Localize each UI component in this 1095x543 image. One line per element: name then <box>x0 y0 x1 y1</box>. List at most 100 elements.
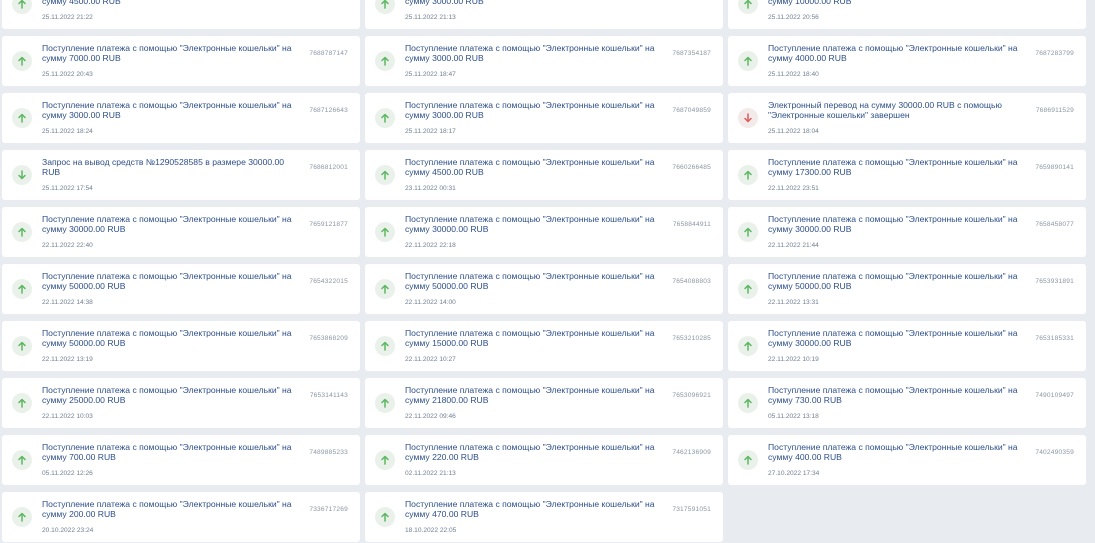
transaction-id: 7687283799 <box>1035 50 1074 57</box>
transaction-title: Поступление платежа с помощью "Электронн… <box>768 0 852 6</box>
arrow-up-icon <box>738 450 758 470</box>
transaction-card[interactable]: Электронный перевод на сумму 30000.00 RU… <box>728 93 1086 143</box>
transaction-date: 02.11.2022 21:13 <box>405 470 456 477</box>
arrow-up-icon <box>12 507 32 527</box>
arrow-down-red-icon <box>738 108 758 128</box>
transaction-title: Поступление платежа с помощью "Электронн… <box>405 385 655 405</box>
transaction-title: Поступление платежа с помощью "Электронн… <box>42 271 292 291</box>
transaction-card[interactable]: Поступление платежа с помощью "Электронн… <box>728 0 1086 29</box>
transaction-card[interactable]: Поступление платежа с помощью "Электронн… <box>728 435 1086 485</box>
transaction-card[interactable]: Поступление платежа с помощью "Электронн… <box>728 36 1086 86</box>
transaction-id: 7686911529 <box>1035 107 1074 114</box>
transaction-card[interactable]: Поступление платежа с помощью "Электронн… <box>365 492 723 542</box>
arrow-down-icon <box>12 165 32 185</box>
transactions-grid: Поступление платежа с помощью "Электронн… <box>0 0 1086 542</box>
transaction-date: 22.11.2022 10:27 <box>405 356 456 363</box>
transaction-card[interactable]: Поступление платежа с помощью "Электронн… <box>728 264 1086 314</box>
transaction-card[interactable]: Поступление платежа с помощью "Электронн… <box>365 93 723 143</box>
transaction-title: Поступление платежа с помощью "Электронн… <box>405 214 655 234</box>
transaction-id: 7402490359 <box>1035 449 1074 456</box>
transaction-date: 25.11.2022 20:56 <box>768 14 819 21</box>
transaction-card[interactable]: Поступление платежа с помощью "Электронн… <box>728 207 1086 257</box>
transaction-id: 7653210285 <box>672 335 711 342</box>
transaction-id: 7654322015 <box>309 278 348 285</box>
transaction-card[interactable]: Поступление платежа с помощью "Электронн… <box>365 321 723 371</box>
transaction-title: Поступление платежа с помощью "Электронн… <box>42 43 292 63</box>
transaction-card[interactable]: Поступление платежа с помощью "Электронн… <box>2 378 360 428</box>
arrow-up-icon <box>738 279 758 299</box>
transaction-card[interactable]: Поступление платежа с помощью "Электронн… <box>365 207 723 257</box>
transaction-date: 25.11.2022 18:40 <box>768 71 819 78</box>
transaction-date: 22.11.2022 14:38 <box>42 299 93 306</box>
transaction-date: 22.11.2022 14:00 <box>405 299 456 306</box>
transaction-id: 7490109497 <box>1035 392 1074 399</box>
transaction-title: Поступление платежа с помощью "Электронн… <box>768 385 1018 405</box>
transaction-title: Поступление платежа с помощью "Электронн… <box>42 442 292 462</box>
transaction-date: 20.10.2022 23:24 <box>42 527 94 534</box>
transaction-card[interactable]: Поступление платежа с помощью "Электронн… <box>2 492 360 542</box>
transaction-id: 7687049859 <box>672 107 711 114</box>
transaction-date: 25.11.2022 18:47 <box>405 71 456 78</box>
transaction-card[interactable]: Поступление платежа с помощью "Электронн… <box>2 36 360 86</box>
arrow-up-icon <box>375 393 395 413</box>
arrow-up-icon <box>375 450 395 470</box>
transaction-id: 7653185331 <box>1035 335 1074 342</box>
transaction-title: Поступление платежа с помощью "Электронн… <box>42 385 292 405</box>
transaction-id: 7653096921 <box>672 392 711 399</box>
transaction-title: Поступление платежа с помощью "Электронн… <box>42 499 292 519</box>
transaction-date: 25.11.2022 21:22 <box>42 14 93 21</box>
transaction-date: 22.11.2022 10:03 <box>42 413 93 420</box>
transaction-card[interactable]: Поступление платежа с помощью "Электронн… <box>2 321 360 371</box>
transaction-date: 27.10.2022 17:34 <box>768 470 820 477</box>
transaction-title: Поступление платежа с помощью "Электронн… <box>42 0 121 6</box>
transaction-card[interactable]: Поступление платежа с помощью "Электронн… <box>365 264 723 314</box>
arrow-up-icon <box>12 393 32 413</box>
transaction-card[interactable]: Поступление платежа с помощью "Электронн… <box>728 321 1086 371</box>
transaction-card[interactable]: Поступление платежа с помощью "Электронн… <box>365 36 723 86</box>
page: { "transactions": [ {"title": "Поступлен… <box>0 0 1095 543</box>
arrow-up-icon <box>12 0 32 14</box>
transaction-date: 22.11.2022 13:19 <box>42 356 93 363</box>
arrow-up-icon <box>375 0 395 14</box>
transaction-date: 25.11.2022 18:04 <box>768 128 819 135</box>
transaction-id: 7658458077 <box>1035 221 1074 228</box>
transaction-title: Поступление платежа с помощью "Электронн… <box>405 100 655 120</box>
transaction-date: 22.11.2022 22:18 <box>405 242 456 249</box>
transaction-date: 25.11.2022 18:24 <box>42 128 93 135</box>
transaction-title: Поступление платежа с помощью "Электронн… <box>768 271 1018 291</box>
transaction-date: 22.11.2022 22:40 <box>42 242 93 249</box>
transaction-card[interactable]: Поступление платежа с помощью "Электронн… <box>728 378 1086 428</box>
arrow-up-icon <box>12 222 32 242</box>
transaction-card[interactable]: Поступление платежа с помощью "Электронн… <box>2 93 360 143</box>
transaction-card[interactable]: Поступление платежа с помощью "Электронн… <box>2 435 360 485</box>
transaction-title: Поступление платежа с помощью "Электронн… <box>405 43 655 63</box>
transaction-date: 25.11.2022 17:54 <box>42 185 93 192</box>
transaction-id: 7688787147 <box>309 50 348 57</box>
transaction-date: 22.11.2022 10:19 <box>768 356 819 363</box>
transaction-date: 25.11.2022 21:13 <box>405 14 456 21</box>
transaction-card[interactable]: Поступление платежа с помощью "Электронн… <box>2 207 360 257</box>
transaction-id: 7687126643 <box>309 107 348 114</box>
transaction-title: Поступление платежа с помощью "Электронн… <box>405 0 484 6</box>
transaction-card[interactable]: Поступление платежа с помощью "Электронн… <box>2 264 360 314</box>
transaction-card[interactable]: Поступление платежа с помощью "Электронн… <box>365 0 723 29</box>
arrow-up-icon <box>12 51 32 71</box>
transaction-card[interactable]: Поступление платежа с помощью "Электронн… <box>365 435 723 485</box>
transaction-id: 7659890141 <box>1035 164 1074 171</box>
transaction-card[interactable]: Поступление платежа с помощью "Электронн… <box>365 378 723 428</box>
arrow-up-icon <box>12 336 32 356</box>
transaction-date: 22.11.2022 13:31 <box>768 299 819 306</box>
transaction-date: 25.11.2022 18:17 <box>405 128 456 135</box>
transaction-card[interactable]: Поступление платежа с помощью "Электронн… <box>728 150 1086 200</box>
arrow-up-icon <box>12 279 32 299</box>
transaction-title: Поступление платежа с помощью "Электронн… <box>768 442 1018 462</box>
transaction-card[interactable]: Поступление платежа с помощью "Электронн… <box>365 150 723 200</box>
transaction-id: 7489885233 <box>309 449 348 456</box>
transaction-title: Поступление платежа с помощью "Электронн… <box>768 43 1018 63</box>
transaction-card[interactable]: Поступление платежа с помощью "Электронн… <box>2 0 360 29</box>
transaction-title: Поступление платежа с помощью "Электронн… <box>42 100 292 120</box>
transaction-card[interactable]: Запрос на вывод средств №1290528585 в ра… <box>2 150 360 200</box>
arrow-up-icon <box>375 108 395 128</box>
arrow-up-icon <box>375 507 395 527</box>
transaction-id: 7462136909 <box>672 449 711 456</box>
